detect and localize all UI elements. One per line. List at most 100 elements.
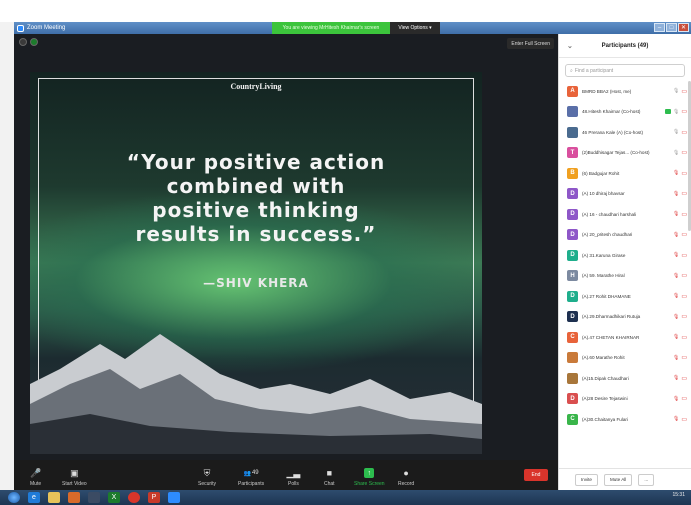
share-screen-label: Share Screen bbox=[354, 481, 385, 487]
viewing-screen-banner: You are viewing MrHitesh Khairnar's scre… bbox=[272, 22, 390, 34]
participant-row[interactable]: D (A) 10 dhiraj bhavsar 🎙 ▭ bbox=[559, 184, 691, 205]
microphone-muted-icon: 🎙 bbox=[672, 375, 680, 382]
participants-control[interactable]: 👥 49 Participants bbox=[238, 460, 264, 490]
zoom-taskbar-icon[interactable] bbox=[168, 492, 180, 503]
video-off-icon: ▭ bbox=[681, 232, 687, 239]
meeting-info-icons bbox=[19, 38, 38, 46]
participant-row[interactable]: D (A).27 Rohit DHAMANE 🎙 ▭ bbox=[559, 286, 691, 307]
info-icon[interactable] bbox=[19, 38, 27, 46]
invite-button[interactable]: Invite bbox=[575, 473, 598, 486]
end-meeting-button[interactable]: End bbox=[524, 469, 548, 481]
zoom-app-icon bbox=[17, 24, 24, 32]
video-off-icon: ▭ bbox=[681, 129, 687, 136]
participant-row[interactable]: A BMRD BBA2 (Host, me) 🎙 ▭ bbox=[559, 81, 691, 102]
participant-status-icons: 🎙 ▭ bbox=[673, 231, 687, 239]
view-options-button[interactable]: View Options ▾ bbox=[390, 22, 440, 34]
window-titlebar: Zoom Meeting You are viewing MrHitesh Kh… bbox=[14, 22, 691, 34]
participant-row[interactable]: D (A) 16 - chaudhari harshali 🎙 ▭ bbox=[559, 204, 691, 225]
chat-icon: ■ bbox=[326, 468, 332, 478]
start-button-icon[interactable] bbox=[8, 492, 20, 503]
participants-count: 49 bbox=[251, 470, 259, 476]
participants-footer: Invite Mute All ... bbox=[559, 468, 691, 490]
start-video-control[interactable]: ▣ Start Video bbox=[62, 460, 87, 490]
app-icon[interactable] bbox=[88, 492, 100, 503]
close-button[interactable]: ✕ bbox=[678, 23, 689, 32]
microphone-muted-icon: 🎙 bbox=[672, 170, 680, 177]
participant-row[interactable]: 48.Hitesh Khairnar (Co-host) 🎙 ▭ bbox=[559, 102, 691, 123]
participant-name: (A) 31.Karuna Girase bbox=[582, 252, 626, 258]
collapse-panel-icon[interactable]: ⌄ bbox=[567, 42, 573, 50]
avatar: D bbox=[567, 229, 578, 241]
video-off-icon: ▭ bbox=[681, 416, 687, 423]
microphone-muted-icon: 🎙 bbox=[672, 211, 680, 218]
participant-row[interactable]: 46 Prerana Kale (A) (Co-host) 🎙 ▭ bbox=[559, 122, 691, 143]
chat-control[interactable]: ■ Chat bbox=[324, 460, 335, 490]
participant-row[interactable]: D (A)28 Desire Tejaswini 🎙 ▭ bbox=[559, 389, 691, 410]
participant-status-icons: 🎙 ▭ bbox=[673, 170, 687, 177]
video-off-icon: ▭ bbox=[681, 170, 687, 177]
participant-row[interactable]: D (A) 20_pritesh chaudhari 🎙 ▭ bbox=[559, 225, 691, 246]
taskbar-clock: 15:31 bbox=[672, 492, 685, 498]
quote-author: —SHIV KHERA bbox=[203, 276, 309, 290]
maximize-button[interactable]: □ bbox=[666, 23, 677, 32]
microphone-muted-icon: 🎙 bbox=[672, 190, 680, 197]
avatar: D bbox=[567, 249, 578, 261]
quote-line-4: results in success.” bbox=[135, 222, 377, 246]
participant-search-input[interactable]: ⌕ Find a participant bbox=[565, 64, 685, 77]
chrome-icon[interactable] bbox=[128, 492, 140, 503]
microphone-icon: 🎙 bbox=[672, 149, 680, 156]
participant-list: A BMRD BBA2 (Host, me) 🎙 ▭ 48.Hitesh Khairna… bbox=[559, 81, 691, 430]
window-controls: – □ ✕ bbox=[654, 23, 689, 32]
participant-row[interactable]: B (6) Badgujar Rohit 🎙 ▭ bbox=[559, 163, 691, 184]
participant-row[interactable]: C (A)30.Chaitanya Fulari 🎙 ▭ bbox=[559, 409, 691, 430]
search-placeholder: Find a participant bbox=[574, 67, 614, 74]
participant-status-icons: 🎙 ▭ bbox=[673, 313, 687, 321]
participant-name: (A).29.Dharmadhikari Rutuja bbox=[582, 314, 641, 320]
video-off-icon: ▭ bbox=[681, 252, 687, 259]
participants-title: Participants (49) bbox=[601, 42, 649, 49]
video-off-icon: ▭ bbox=[681, 293, 687, 300]
participant-row[interactable]: D (A).29.Dharmadhikari Rutuja 🎙 ▭ bbox=[559, 307, 691, 328]
screen-sharing-icon bbox=[664, 109, 671, 115]
record-control[interactable]: ● Record bbox=[398, 460, 414, 490]
enter-full-screen-button[interactable]: Enter Full Screen bbox=[507, 38, 554, 49]
minimize-button[interactable]: – bbox=[654, 23, 665, 32]
powerpoint-icon[interactable]: P bbox=[148, 492, 160, 503]
excel-icon[interactable]: X bbox=[108, 492, 120, 503]
mute-all-button[interactable]: Mute All bbox=[603, 473, 633, 486]
participant-name: (A)28 Desire Tejaswini bbox=[582, 396, 628, 402]
microphone-muted-icon: 🎙 bbox=[672, 416, 680, 423]
avatar bbox=[567, 352, 578, 364]
record-icon: ● bbox=[403, 468, 409, 478]
file-explorer-icon[interactable] bbox=[48, 492, 60, 503]
polls-control[interactable]: ▁▃ Polls bbox=[287, 460, 301, 490]
participant-row[interactable]: (A).60 Marathe Rohit 🎙 ▭ bbox=[559, 348, 691, 369]
windows-taskbar: e X P 15:31 bbox=[0, 490, 691, 505]
microphone-muted-icon: 🎙 bbox=[672, 334, 680, 341]
more-options-button[interactable]: ... bbox=[638, 473, 655, 486]
participant-row[interactable]: H (A) 59. Marathe Hiral 🎙 ▭ bbox=[559, 266, 691, 287]
participant-name: (A).27 Rohit DHAMANE bbox=[582, 293, 631, 299]
participant-name: (A) 59. Marathe Hiral bbox=[582, 273, 625, 279]
share-screen-control[interactable]: ↑ Share Screen bbox=[354, 460, 385, 490]
mute-control[interactable]: 🎤 Mute bbox=[30, 460, 41, 490]
encryption-shield-icon[interactable] bbox=[30, 38, 38, 46]
ie-browser-icon[interactable]: e bbox=[28, 492, 40, 503]
security-control[interactable]: ⛨ Security bbox=[198, 460, 216, 490]
avatar bbox=[567, 106, 578, 118]
avatar: C bbox=[567, 331, 578, 343]
participant-name: (A) 16 - chaudhari harshali bbox=[582, 211, 637, 217]
media-player-icon[interactable] bbox=[68, 492, 80, 503]
participant-status-icons: 🎙 ▭ bbox=[672, 149, 687, 157]
participant-status-icons: 🎙 ▭ bbox=[673, 416, 687, 423]
participant-row[interactable]: (A)15.Dipak Chaudhari 🎙 ▭ bbox=[559, 368, 691, 389]
avatar: B bbox=[567, 167, 578, 179]
participant-row[interactable]: T (2)Buddhisagar Tejas... (Co-host) 🎙 ▭ bbox=[559, 143, 691, 164]
participant-row[interactable]: C (A).47 CHETAN KHAIRNAR 🎙 ▭ bbox=[559, 327, 691, 348]
avatar: D bbox=[567, 393, 578, 405]
security-label: Security bbox=[198, 481, 217, 487]
participant-row[interactable]: D (A) 31.Karuna Girase 🎙 ▭ bbox=[559, 245, 691, 266]
quote-poster: CountryLiving “Your positive action comb… bbox=[30, 72, 482, 454]
participants-label: Participants bbox=[238, 481, 265, 487]
shield-icon: ⛨ bbox=[203, 467, 211, 478]
